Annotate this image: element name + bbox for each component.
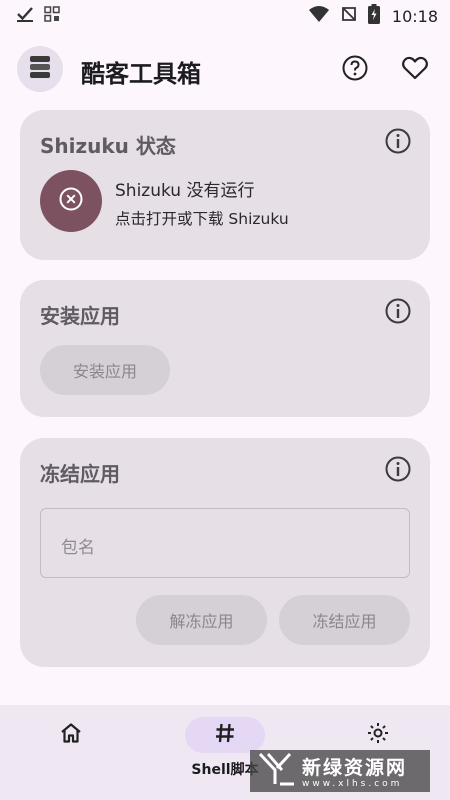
shizuku-hint-text: 点击打开或下载 Shizuku <box>115 210 289 228</box>
no-sim-icon <box>340 5 358 27</box>
help-button[interactable] <box>335 50 375 90</box>
status-time: 10:18 <box>391 6 438 26</box>
shizuku-status-indicator <box>40 170 102 232</box>
favorite-button[interactable] <box>395 50 435 90</box>
wifi-icon <box>308 5 330 27</box>
package-name-placeholder: 包名 <box>61 538 95 558</box>
watermark-y-icon <box>258 752 296 790</box>
shizuku-status-card[interactable]: Shizuku 状态 Shizuku 没有运行 点击打开或下载 Shizuku <box>20 110 430 260</box>
freeze-card-title: 冻结应用 <box>40 462 120 486</box>
install-app-card: 安装应用 安装应用 <box>20 280 430 417</box>
install-app-button[interactable]: 安装应用 <box>40 345 170 395</box>
watermark-main-text: 新绿资源网 <box>302 757 408 779</box>
home-icon <box>59 721 83 749</box>
watermark-logo: 新绿资源网 www.xlhs.com <box>250 750 430 792</box>
info-icon[interactable] <box>384 455 412 483</box>
nav-label-shell-script: Shell脚本 <box>191 762 259 778</box>
check-icon <box>16 5 34 27</box>
freeze-app-button[interactable]: 冻结应用 <box>279 595 410 645</box>
install-card-title: 安装应用 <box>40 304 120 328</box>
stacked-layers-icon <box>27 54 53 84</box>
nav-active-indicator <box>185 717 265 753</box>
app-bar: 酷客工具箱 <box>0 42 450 98</box>
status-bar: 10:18 <box>0 0 450 32</box>
freeze-app-card: 冻结应用 包名 解冻应用 冻结应用 <box>20 438 430 667</box>
info-icon[interactable] <box>384 297 412 325</box>
settings-icon <box>366 721 390 749</box>
shizuku-status-text: Shizuku 没有运行 <box>115 181 255 201</box>
page-title: 酷客工具箱 <box>81 60 201 88</box>
shizuku-card-title: Shizuku 状态 <box>40 134 176 158</box>
notification-grid-icon <box>44 6 60 26</box>
battery-icon <box>367 4 380 28</box>
unfreeze-app-button[interactable]: 解冻应用 <box>136 595 267 645</box>
nav-item-home[interactable] <box>31 717 111 753</box>
hash-icon <box>214 722 236 748</box>
watermark-sub-text: www.xlhs.com <box>302 779 403 789</box>
help-icon <box>341 54 369 86</box>
package-name-input[interactable]: 包名 <box>40 508 410 578</box>
info-icon[interactable] <box>384 127 412 155</box>
app-logo <box>17 46 63 92</box>
close-circle-icon <box>58 186 84 216</box>
favorite-heart-icon <box>401 55 429 85</box>
nav-item-settings[interactable] <box>338 717 418 753</box>
